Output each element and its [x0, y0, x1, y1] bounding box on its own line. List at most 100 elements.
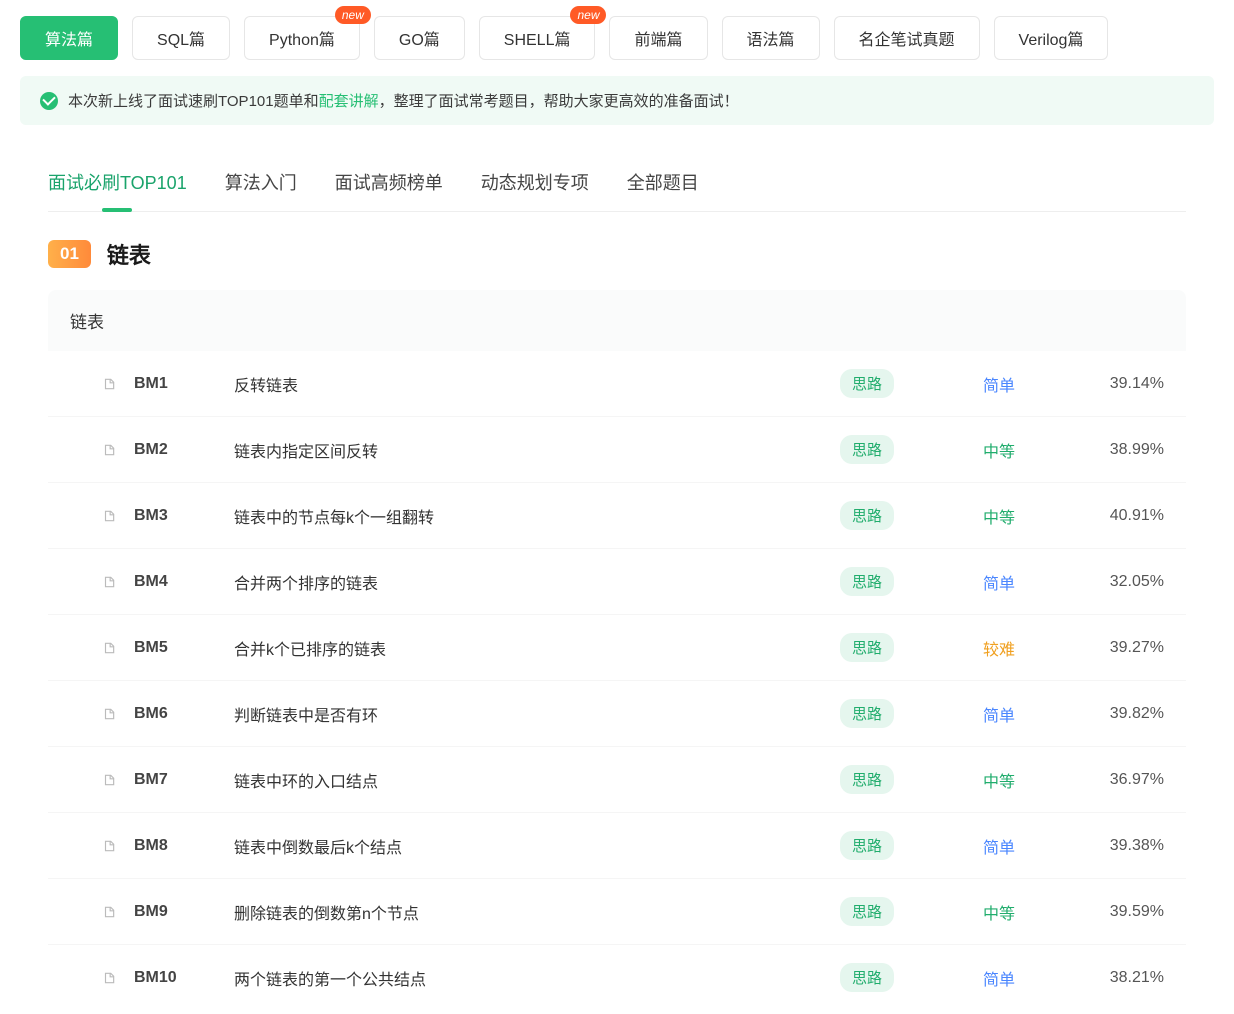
- problem-title: 合并k个已排序的链表: [234, 636, 840, 660]
- document-icon: [96, 443, 122, 457]
- problem-title: 合并两个排序的链表: [234, 570, 840, 594]
- document-icon: [96, 773, 122, 787]
- category-tab[interactable]: SQL篇: [132, 16, 230, 60]
- hint-button[interactable]: 思路: [840, 699, 894, 728]
- pass-rate: 39.27%: [1084, 639, 1164, 657]
- problem-code: BM9: [134, 903, 234, 921]
- subnav-item[interactable]: 面试高频榜单: [335, 165, 443, 211]
- problem-row[interactable]: BM9删除链表的倒数第n个节点思路 中等 39.59%: [48, 878, 1186, 944]
- hint-button[interactable]: 思路: [840, 633, 894, 662]
- problem-group: 链表 BM1反转链表思路简单39.14%BM2链表内指定区间反转思路中等38.9…: [48, 290, 1186, 1010]
- section-title: 链表: [107, 238, 151, 270]
- problem-title: 链表中倒数最后k个结点: [234, 834, 840, 858]
- problem-code: BM10: [134, 969, 234, 987]
- problem-row[interactable]: BM8链表中倒数最后k个结点思路 简单 39.38%: [48, 812, 1186, 878]
- problem-row[interactable]: BM10两个链表的第一个公共结点思路 简单 38.21%: [48, 944, 1186, 1010]
- difficulty-label: 简单: [964, 372, 1034, 396]
- pass-rate: 40.91%: [1084, 507, 1164, 525]
- problem-row[interactable]: BM4合并两个排序的链表思路 简单 32.05%: [48, 548, 1186, 614]
- problem-title: 链表内指定区间反转: [234, 438, 840, 462]
- group-title: 链表: [48, 290, 1186, 351]
- problem-title: 链表中的节点每k个一组翻转: [234, 504, 840, 528]
- hint-button[interactable]: 思路: [840, 963, 894, 992]
- problem-code: BM2: [134, 441, 234, 459]
- problem-code: BM4: [134, 573, 234, 591]
- problem-title: 反转链表: [234, 372, 840, 396]
- problem-row[interactable]: BM3链表中的节点每k个一组翻转思路 中等 40.91%: [48, 482, 1186, 548]
- hint-button[interactable]: 思路: [840, 567, 894, 596]
- category-tab[interactable]: 前端篇: [609, 16, 707, 60]
- document-icon: [96, 905, 122, 919]
- difficulty-label: 中等: [964, 438, 1034, 462]
- problem-title: 删除链表的倒数第n个节点: [234, 900, 840, 924]
- problem-code: BM7: [134, 771, 234, 789]
- difficulty-label: 简单: [964, 834, 1034, 858]
- problem-code: BM6: [134, 705, 234, 723]
- notice-link[interactable]: 配套讲解: [319, 93, 379, 110]
- difficulty-label: 简单: [964, 570, 1034, 594]
- category-tabs: 算法篇 SQL篇 Python篇new GO篇 SHELL篇new 前端篇语法篇名企笔试真…: [0, 0, 1234, 76]
- notice-bar: 本次新上线了面试速刷TOP101题单和配套讲解，整理了面试常考题目，帮助大家更高…: [20, 76, 1214, 125]
- subnav-item[interactable]: 面试必刷TOP101: [48, 165, 187, 211]
- subnav-item[interactable]: 动态规划专项: [481, 165, 589, 211]
- pass-rate: 39.59%: [1084, 903, 1164, 921]
- category-tab[interactable]: 算法篇: [20, 16, 118, 60]
- problem-code: BM5: [134, 639, 234, 657]
- pass-rate: 39.38%: [1084, 837, 1164, 855]
- difficulty-label: 简单: [964, 702, 1034, 726]
- problem-row[interactable]: BM5合并k个已排序的链表思路 较难 39.27%: [48, 614, 1186, 680]
- document-icon: [96, 377, 122, 391]
- problem-row[interactable]: BM7链表中环的入口结点思路 中等 36.97%: [48, 746, 1186, 812]
- difficulty-label: 中等: [964, 768, 1034, 792]
- document-icon: [96, 509, 122, 523]
- document-icon: [96, 971, 122, 985]
- pass-rate: 36.97%: [1084, 771, 1164, 789]
- problem-row[interactable]: BM6判断链表中是否有环思路 简单 39.82%: [48, 680, 1186, 746]
- notice-text: 本次新上线了面试速刷TOP101题单和配套讲解，整理了面试常考题目，帮助大家更高…: [68, 90, 739, 111]
- problem-list: BM1反转链表思路简单39.14%BM2链表内指定区间反转思路中等38.99%B…: [48, 351, 1186, 1010]
- category-tab[interactable]: SHELL篇new: [479, 16, 596, 60]
- category-tab[interactable]: GO篇: [374, 16, 465, 60]
- difficulty-label: 较难: [964, 636, 1034, 660]
- section-header: 01 链表: [48, 238, 1186, 270]
- document-icon: [96, 575, 122, 589]
- hint-button[interactable]: 思路: [840, 435, 894, 464]
- difficulty-label: 简单: [964, 966, 1034, 990]
- pass-rate: 39.82%: [1084, 705, 1164, 723]
- hint-button[interactable]: 思路: [840, 897, 894, 926]
- problem-row[interactable]: BM2链表内指定区间反转思路 中等 38.99%: [48, 416, 1186, 482]
- pass-rate: 32.05%: [1084, 573, 1164, 591]
- problem-code: BM8: [134, 837, 234, 855]
- sub-nav: 面试必刷TOP101 算法入门面试高频榜单动态规划专项全部题目: [48, 165, 1186, 212]
- document-icon: [96, 839, 122, 853]
- category-tab[interactable]: Python篇new: [244, 16, 360, 60]
- pass-rate: 38.99%: [1084, 441, 1164, 459]
- notice-text-post: ，整理了面试常考题目，帮助大家更高效的准备面试！: [379, 93, 739, 110]
- new-badge: new: [570, 6, 606, 24]
- hint-button[interactable]: 思路: [840, 765, 894, 794]
- pass-rate: 38.21%: [1084, 969, 1164, 987]
- difficulty-label: 中等: [964, 900, 1034, 924]
- hint-button[interactable]: 思路: [840, 369, 894, 398]
- new-badge: new: [335, 6, 371, 24]
- problem-title: 判断链表中是否有环: [234, 702, 840, 726]
- problem-row[interactable]: BM1反转链表思路 简单 39.14%: [48, 351, 1186, 416]
- section-number-badge: 01: [48, 240, 91, 268]
- category-tab[interactable]: Verilog篇: [994, 16, 1109, 60]
- subnav-item[interactable]: 算法入门: [225, 165, 297, 211]
- main-card: 面试必刷TOP101算法入门面试高频榜单动态规划专项全部题目 01 链表 链表 …: [20, 143, 1214, 1010]
- problem-code: BM1: [134, 375, 234, 393]
- hint-button[interactable]: 思路: [840, 501, 894, 530]
- check-circle-icon: [40, 92, 58, 110]
- category-tab[interactable]: 名企笔试真题: [834, 16, 980, 60]
- pass-rate: 39.14%: [1084, 375, 1164, 393]
- difficulty-label: 中等: [964, 504, 1034, 528]
- problem-title: 链表中环的入口结点: [234, 768, 840, 792]
- document-icon: [96, 641, 122, 655]
- category-tab[interactable]: 语法篇: [722, 16, 820, 60]
- document-icon: [96, 707, 122, 721]
- subnav-item[interactable]: 全部题目: [627, 165, 699, 211]
- problem-code: BM3: [134, 507, 234, 525]
- hint-button[interactable]: 思路: [840, 831, 894, 860]
- problem-title: 两个链表的第一个公共结点: [234, 966, 840, 990]
